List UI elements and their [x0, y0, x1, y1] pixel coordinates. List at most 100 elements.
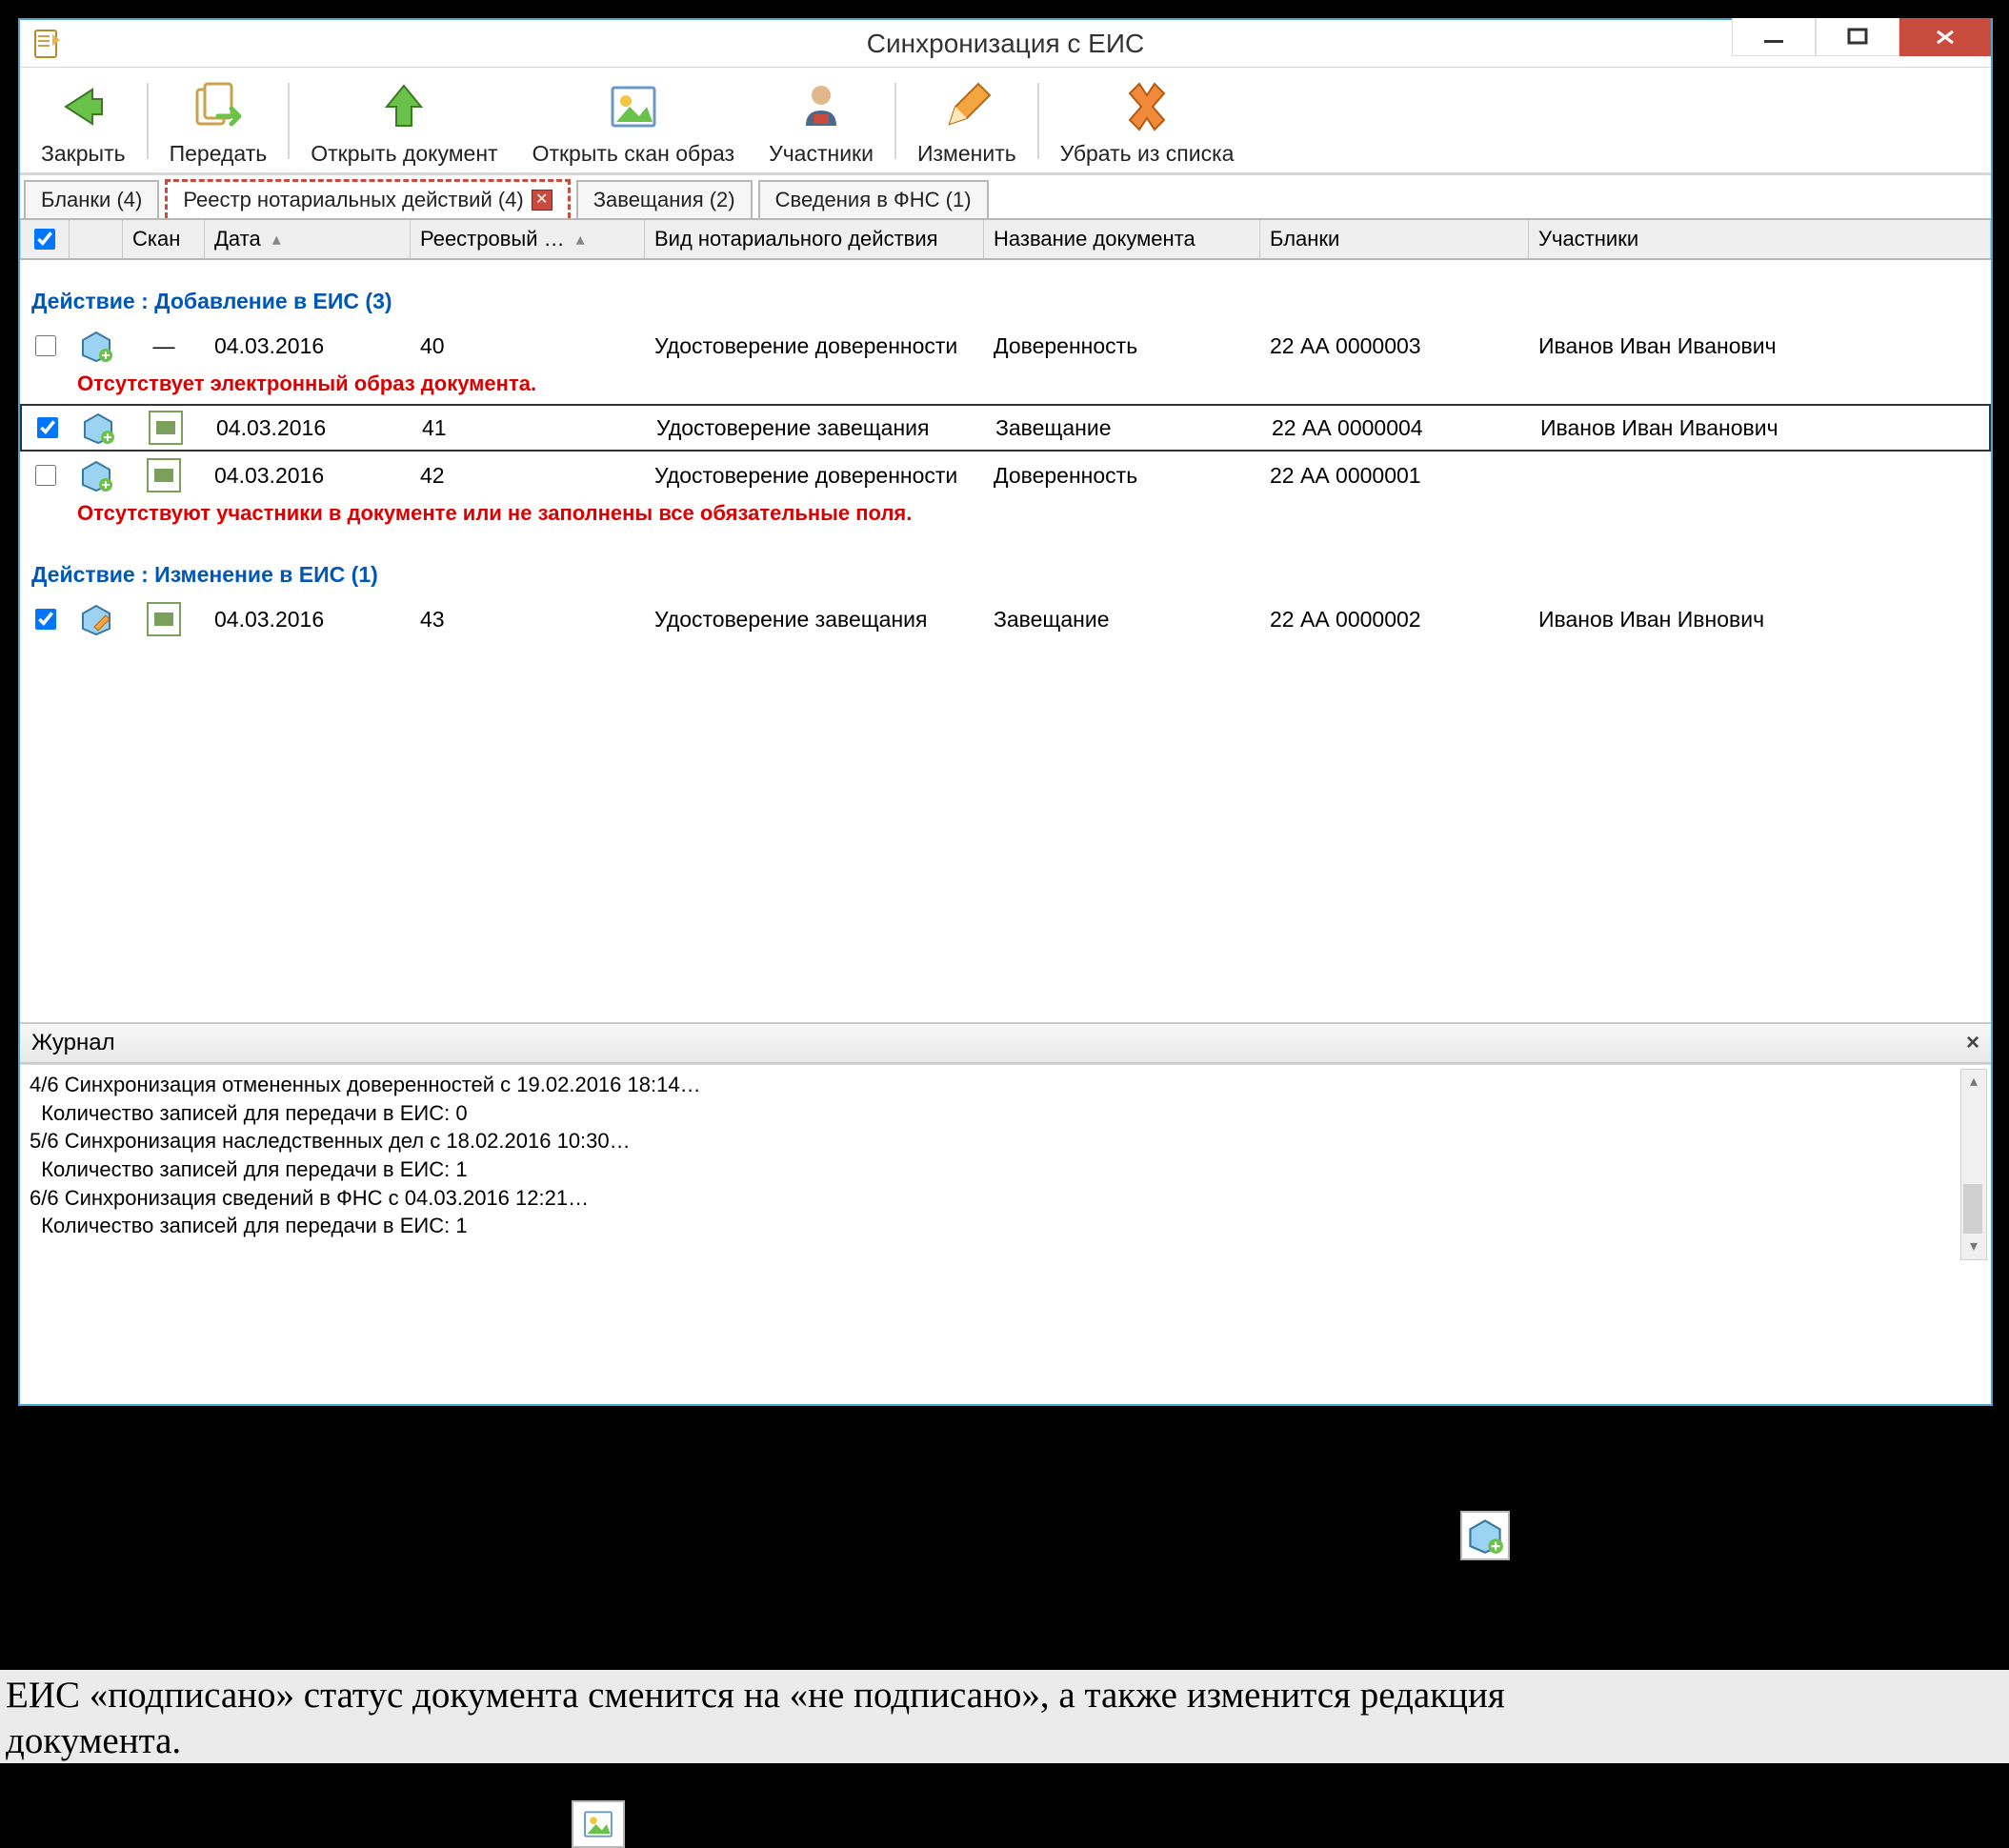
col-participants[interactable]: Участники: [1529, 220, 1991, 258]
cell-reg: 41: [412, 412, 647, 445]
tab-wills[interactable]: Завещания (2): [576, 180, 753, 218]
log-scrollbar[interactable]: ▴ ▾: [1960, 1069, 1987, 1260]
box-edit-icon: [79, 602, 113, 636]
tab-badge-icon: ✕: [532, 190, 552, 211]
scroll-up-icon[interactable]: ▴: [1968, 1070, 1979, 1095]
cell-reg: 42: [411, 459, 645, 492]
col-blanks[interactable]: Бланки: [1260, 220, 1529, 258]
scroll-down-icon[interactable]: ▾: [1968, 1235, 1979, 1259]
cell-reg: 40: [411, 330, 645, 363]
grid-body: Действие : Добавление в ЕИС (3) — 04.03.…: [20, 260, 1991, 1022]
row-checkbox[interactable]: [35, 465, 56, 486]
cell-blank: 22 АА 0000003: [1260, 330, 1529, 363]
body-text-line2: документа.: [6, 1719, 181, 1762]
cell-participant: Иванов Иван Иванович: [1531, 412, 1989, 445]
toolbar-close-button[interactable]: Закрыть: [24, 70, 143, 172]
col-action-type[interactable]: Вид нотариального действия: [645, 220, 984, 258]
cell-reg: 43: [411, 603, 645, 636]
row-error: Отсутствуют участники в документе или не…: [20, 499, 1991, 533]
pencil-icon: [938, 78, 995, 135]
toolbar-remove-button[interactable]: Убрать из списка: [1043, 70, 1252, 172]
close-button[interactable]: [1899, 18, 1991, 56]
grid-header: Скан Дата▴ Реестровый …▴ Вид нотариально…: [20, 220, 1991, 260]
toolbar-separator: [1037, 83, 1039, 159]
x-icon: [1118, 78, 1175, 135]
arrow-left-icon: [54, 78, 111, 135]
toolbar-participants-button[interactable]: Участники: [752, 70, 891, 172]
sort-asc-icon: ▴: [272, 230, 281, 250]
row-checkbox[interactable]: [37, 417, 58, 438]
col-scan[interactable]: Скан: [123, 220, 205, 258]
cell-participant: Иванов Иван Ивнович: [1529, 603, 1991, 636]
tab-fns[interactable]: Сведения в ФНС (1): [758, 180, 989, 218]
log-line: 6/6 Синхронизация сведений в ФНС с 04.03…: [30, 1184, 1981, 1213]
toolbar-participants-label: Участники: [769, 141, 874, 167]
toolbar-send-button[interactable]: Передать: [152, 70, 285, 172]
log-header: Журнал ×: [20, 1022, 1991, 1064]
app-icon: [31, 27, 66, 61]
toolbar-close-label: Закрыть: [41, 141, 126, 167]
table-row[interactable]: 04.03.2016 41 Удостоверение завещания За…: [20, 404, 1991, 452]
toolbar-open-scan-button[interactable]: Открыть скан образ: [515, 70, 753, 172]
toolbar-separator: [288, 83, 290, 159]
cell-date: 04.03.2016: [205, 603, 411, 636]
toolbar-send-label: Передать: [170, 141, 268, 167]
tab-blanks[interactable]: Бланки (4): [24, 180, 159, 218]
col-status[interactable]: [70, 220, 123, 258]
documents-arrow-icon: [190, 78, 247, 135]
arrow-up-icon: [375, 78, 432, 135]
grid: Скан Дата▴ Реестровый …▴ Вид нотариально…: [20, 220, 1991, 1022]
col-registry-number[interactable]: Реестровый …▴: [411, 220, 645, 258]
toolbar-open-scan-label: Открыть скан образ: [532, 141, 735, 167]
table-row[interactable]: — 04.03.2016 40 Удостоверение довереннос…: [20, 322, 1991, 370]
log-close-icon[interactable]: ×: [1966, 1030, 1979, 1056]
log-line: Количество записей для передачи в ЕИС: 1: [30, 1155, 1981, 1184]
toolbar-edit-label: Изменить: [917, 141, 1016, 167]
tabs: Бланки (4) Реестр нотариальных действий …: [20, 175, 1991, 220]
log-line: 5/6 Синхронизация наследственных дел с 1…: [30, 1127, 1981, 1155]
maximize-button[interactable]: [1816, 18, 1899, 56]
cell-type: Удостоверение доверенности: [645, 459, 984, 492]
titlebar: Синхронизация с ЕИС: [20, 20, 1991, 68]
box-add-icon: [79, 458, 113, 492]
toolbar: Закрыть Передать Открыть документ Открыт…: [20, 68, 1991, 175]
cell-blank: 22 АА 0000004: [1262, 412, 1531, 445]
row-checkbox[interactable]: [35, 609, 56, 630]
cell-name: Завещание: [986, 412, 1262, 445]
scan-dash: —: [153, 333, 175, 359]
cell-date: 04.03.2016: [207, 412, 412, 445]
cell-blank: 22 АА 0000002: [1260, 603, 1529, 636]
table-row[interactable]: 04.03.2016 42 Удостоверение доверенности…: [20, 452, 1991, 499]
sync-window: Синхронизация с ЕИС Закрыть Передать Отк…: [18, 18, 1993, 1406]
col-document-name[interactable]: Название документа: [984, 220, 1260, 258]
toolbar-remove-label: Убрать из списка: [1060, 141, 1235, 167]
tab-registry[interactable]: Реестр нотариальных действий (4) ✕: [165, 179, 570, 218]
cell-type: Удостоверение доверенности: [645, 330, 984, 362]
toolbar-separator: [147, 83, 149, 159]
col-date[interactable]: Дата▴: [205, 220, 411, 258]
image-icon: [605, 78, 662, 135]
header-checkbox[interactable]: [34, 229, 55, 250]
log-line: Количество записей для передачи в ЕИС: 1: [30, 1212, 1981, 1240]
toolbar-open-doc-button[interactable]: Открыть документ: [293, 70, 514, 172]
sort-asc-icon: ▴: [576, 230, 585, 250]
tab-blanks-label: Бланки (4): [41, 188, 142, 212]
cell-date: 04.03.2016: [205, 330, 411, 363]
toolbar-edit-button[interactable]: Изменить: [900, 70, 1034, 172]
cell-name: Доверенность: [984, 330, 1260, 363]
log-line: Количество записей для передачи в ЕИС: 0: [30, 1099, 1981, 1128]
table-row[interactable]: 04.03.2016 43 Удостоверение завещания За…: [20, 595, 1991, 643]
scroll-thumb[interactable]: [1963, 1184, 1982, 1234]
scan-icon: [147, 458, 181, 492]
row-checkbox[interactable]: [35, 335, 56, 356]
scan-icon: [147, 602, 181, 636]
cell-participant: Иванов Иван Иванович: [1529, 330, 1991, 363]
cell-participant: [1529, 472, 1991, 479]
col-checkbox[interactable]: [20, 220, 70, 258]
minimize-button[interactable]: [1732, 18, 1816, 56]
inline-scan-icon: [572, 1800, 625, 1848]
row-error: Отсутствует электронный образ документа.: [20, 370, 1991, 404]
toolbar-open-doc-label: Открыть документ: [311, 141, 497, 167]
cell-date: 04.03.2016: [205, 459, 411, 492]
group-edit-header: Действие : Изменение в ЕИС (1): [20, 533, 1991, 595]
